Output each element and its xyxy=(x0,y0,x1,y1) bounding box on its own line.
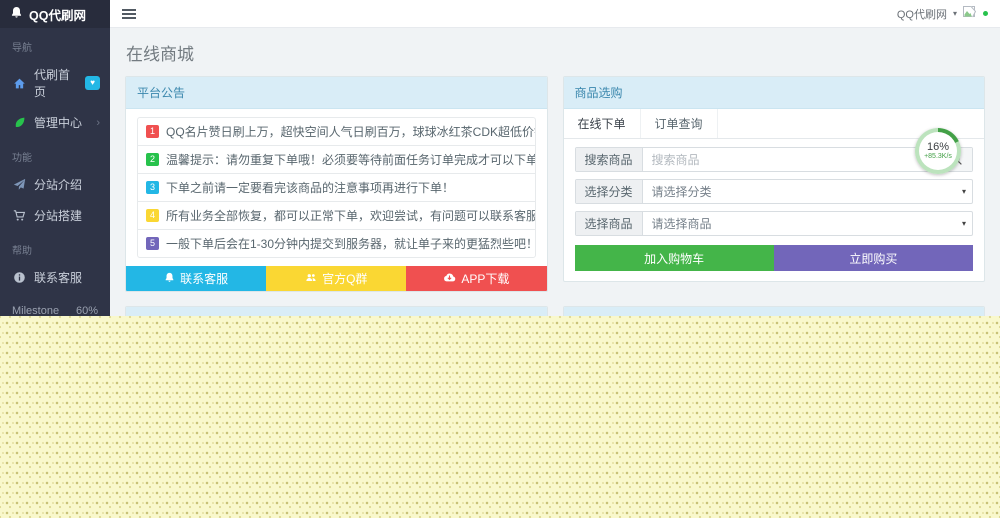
user-menu[interactable]: QQ代刷网 ▾ xyxy=(897,6,988,22)
bell-icon xyxy=(10,6,23,22)
paper-plane-icon xyxy=(12,178,26,192)
announcement-text: QQ名片赞日刷上万，超快空间人气日刷百万，球球冰红茶CDK超低价销售 xyxy=(166,125,535,139)
category-select[interactable]: 请选择分类 xyxy=(643,180,962,203)
product-select-row: 选择商品 请选择商品 ▾ xyxy=(574,211,973,236)
download-percent: 16% xyxy=(926,141,950,154)
cloud-download-icon xyxy=(443,272,456,286)
sidebar-item-home[interactable]: 代刷首页 ♥ xyxy=(0,59,110,107)
tab-online-order[interactable]: 在线下单 xyxy=(564,109,641,138)
download-speed: +85.3K/s xyxy=(924,153,952,161)
announcement-text: 温馨提示：请勿重复下单哦！必须要等待前面任务订单完成才可以下单！ xyxy=(166,153,535,167)
online-status-dot xyxy=(983,11,988,16)
shop-buttons: 加入购物车 立即购买 xyxy=(574,245,973,271)
announcement-item: 5 一般下单后会在1-30分钟内提交到服务器，就让单子来的更猛烈些吧！ xyxy=(138,229,535,257)
announcement-item: 2 温馨提示：请勿重复下单哦！必须要等待前面任务订单完成才可以下单！ xyxy=(138,145,535,173)
announcement-text: 下单之前请一定要看完该商品的注意事项再进行下单！ xyxy=(166,181,455,195)
contact-support-button[interactable]: 联系客服 xyxy=(126,266,267,291)
sidebar-item-label: 联系客服 xyxy=(34,271,83,285)
caret-down-icon: ▾ xyxy=(961,187,966,196)
cart-icon xyxy=(12,209,26,223)
bell-icon xyxy=(164,272,175,286)
search-product-input[interactable] xyxy=(642,148,939,171)
number-badge: 1 xyxy=(146,125,159,138)
sidebar-section-features: 功能 xyxy=(12,153,32,164)
panel-shop: 商品选购 在线下单 订单查询 搜索商品 选择分类 请选择分类 ▾ xyxy=(562,76,985,282)
panel-shop-title: 商品选购 xyxy=(563,77,984,109)
panel-announcements: 平台公告 1 QQ名片赞日刷上万，超快空间人气日刷百万，球球冰红茶CDK超低价销… xyxy=(125,76,548,292)
number-badge: 3 xyxy=(146,181,159,194)
announcement-item: 1 QQ名片赞日刷上万，超快空间人气日刷百万，球球冰红茶CDK超低价销售 xyxy=(138,118,535,145)
number-badge: 4 xyxy=(146,209,159,222)
caret-down-icon: ▾ xyxy=(961,219,966,228)
category-select-row: 选择分类 请选择分类 ▾ xyxy=(574,179,973,204)
topbar: QQ代刷网 ▾ xyxy=(110,0,1000,28)
official-qq-group-button[interactable]: 官方Q群 xyxy=(266,266,407,291)
hamburger-menu-icon[interactable] xyxy=(122,7,136,21)
sidebar-item-label: 分站搭建 xyxy=(34,209,83,223)
button-label: APP下载 xyxy=(461,272,510,286)
download-progress-ring: 16% +85.3K/s xyxy=(915,128,961,174)
number-badge: 5 xyxy=(146,237,159,250)
add-to-cart-button[interactable]: 加入购物车 xyxy=(574,245,774,271)
category-select-label: 选择分类 xyxy=(575,180,643,203)
product-select[interactable]: 请选择商品 xyxy=(643,212,962,235)
user-menu-label: QQ代刷网 xyxy=(896,8,947,21)
sidebar-item-contact-support[interactable]: 联系客服 xyxy=(0,262,110,293)
broken-image-icon xyxy=(963,6,977,21)
app-download-button[interactable]: APP下载 xyxy=(406,266,547,291)
sidebar-item-label: 代刷首页 xyxy=(34,68,71,99)
page-title: 在线商城 xyxy=(126,45,194,64)
announcement-text: 一般下单后会在1-30分钟内提交到服务器，就让单子来的更猛烈些吧！ xyxy=(166,237,535,251)
cropped-pattern-area xyxy=(0,316,1000,518)
tab-order-query[interactable]: 订单查询 xyxy=(641,109,718,138)
announcement-list: 1 QQ名片赞日刷上万，超快空间人气日刷百万，球球冰红茶CDK超低价销售 2 温… xyxy=(137,117,536,258)
announcement-item: 3 下单之前请一定要看完该商品的注意事项再进行下单！ xyxy=(138,173,535,201)
leaf-icon xyxy=(12,116,26,130)
search-product-row: 搜索商品 xyxy=(574,147,973,172)
buy-now-button[interactable]: 立即购买 xyxy=(773,245,973,271)
sidebar-item-admin-center[interactable]: 管理中心 › xyxy=(0,107,110,138)
sidebar-item-substation-build[interactable]: 分站搭建 xyxy=(0,200,110,231)
home-icon xyxy=(12,76,26,90)
announcement-item: 4 所有业务全部恢复，都可以正常下单，欢迎尝试，有问题可以联系客服 xyxy=(138,201,535,229)
sidebar-section-help: 帮助 xyxy=(12,246,32,257)
caret-down-icon: ▾ xyxy=(952,9,957,18)
sidebar-item-label: 管理中心 xyxy=(34,116,83,130)
sidebar-section-nav: 导航 xyxy=(12,43,32,54)
brand-logo[interactable]: QQ代刷网 xyxy=(0,0,110,28)
download-progress-overlay[interactable]: 16% +85.3K/s xyxy=(915,128,961,174)
search-product-label: 搜索商品 xyxy=(575,148,643,171)
announcement-buttons: 联系客服 官方Q群 APP下载 xyxy=(126,266,547,291)
number-badge: 2 xyxy=(146,153,159,166)
sidebar-item-substation-intro[interactable]: 分站介绍 xyxy=(0,169,110,200)
announcement-text: 所有业务全部恢复，都可以正常下单，欢迎尝试，有问题可以联系客服 xyxy=(166,209,535,223)
chevron-right-icon: › xyxy=(96,116,100,129)
sidebar-item-label: 分站介绍 xyxy=(34,178,83,192)
brand-name: QQ代刷网 xyxy=(29,8,86,23)
button-label: 联系客服 xyxy=(180,272,229,286)
button-label: 官方Q群 xyxy=(322,272,368,286)
product-select-label: 选择商品 xyxy=(575,212,643,235)
users-icon xyxy=(305,272,317,286)
heart-badge: ♥ xyxy=(85,76,100,90)
panel-announcements-title: 平台公告 xyxy=(126,77,547,109)
info-circle-icon xyxy=(12,271,26,285)
